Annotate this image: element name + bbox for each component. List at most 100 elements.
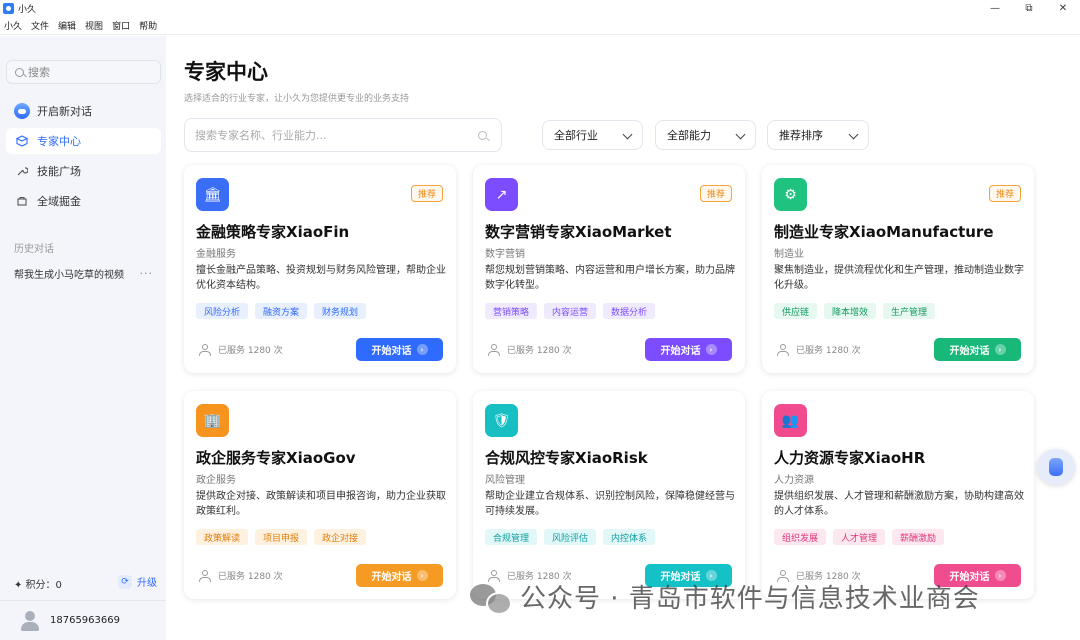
user-icon	[199, 343, 211, 356]
sort-label: 推荐排序	[779, 129, 823, 142]
expert-card[interactable]: 🛡 合规风控专家XiaoRisk 风险管理 帮助企业建立合规体系、识别控制风险，…	[473, 391, 745, 599]
chevron-down-icon	[848, 129, 859, 140]
menu-window[interactable]: 窗口	[112, 19, 130, 32]
expert-card[interactable]: ↗ 推荐 数字营销专家XiaoMarket 数字营销 帮您规划营销策略、内容运营…	[473, 165, 745, 373]
main-content: 专家中心 选择适合的行业专家，让小久为您提供更专业的业务支持 全部行业 全部能力…	[166, 36, 1080, 640]
expert-card[interactable]: 🏢 政企服务专家XiaoGov 政企服务 提供政企对接、政策解读和项目申报咨询，…	[184, 391, 456, 599]
ability-filter-dropdown[interactable]: 全部能力	[655, 120, 756, 150]
served-count: 已服务 1280 次	[199, 343, 283, 356]
sidebar-item-new-chat[interactable]: 开启新对话	[6, 98, 161, 124]
tag-list: 合规管理 风险评估 内控体系	[485, 529, 662, 545]
arrow-right-icon: ›	[994, 570, 1006, 581]
refresh-icon: ⟳	[118, 574, 132, 589]
expert-card[interactable]: ⚙ 推荐 制造业专家XiaoManufacture 制造业 聚焦制造业，提供流程…	[762, 165, 1034, 373]
expert-card[interactable]: 🏛 推荐 金融策略专家XiaoFin 金融服务 擅长金融产品策略、投资规划与财务…	[184, 165, 456, 373]
skill-tag: 数据分析	[603, 303, 656, 319]
shield-icon: 🛡	[485, 404, 518, 437]
start-chat-button[interactable]: 开始对话 ›	[356, 564, 443, 587]
more-options-icon[interactable]: ···	[140, 267, 154, 280]
expert-search-input[interactable]	[195, 128, 475, 142]
expert-description: 帮您规划营销策略、内容运营和用户增长方案，助力品牌数字化转型。	[485, 265, 735, 291]
points-label: ✦ 积分：0	[14, 580, 62, 591]
ability-filter-label: 全部能力	[667, 129, 711, 142]
start-chat-button[interactable]: 开始对话 ›	[356, 338, 443, 361]
minimize-button[interactable]: —	[978, 0, 1012, 17]
watermark-text: 公众号 · 青岛市软件与信息技术业商会	[520, 584, 980, 614]
start-chat-label: 开始对话	[949, 346, 990, 357]
wrench-icon	[16, 165, 28, 177]
industry-filter-dropdown[interactable]: 全部行业	[542, 120, 643, 150]
skill-tag: 降本增效	[824, 303, 877, 319]
start-chat-button[interactable]: 开始对话 ›	[934, 338, 1021, 361]
served-count: 已服务 1280 次	[777, 343, 861, 356]
close-button[interactable]: ✕	[1046, 0, 1080, 17]
user-icon	[199, 569, 211, 582]
expert-title: 金融策略专家XiaoFin	[196, 223, 350, 241]
tag-list: 供应链 降本增效 生产管理	[774, 303, 942, 319]
sidebar-item-global-mining[interactable]: 全域掘金	[6, 188, 161, 214]
menu-app[interactable]: 小久	[4, 19, 22, 32]
history-item[interactable]: 帮我生成小马吃草的视频 ···	[6, 262, 161, 284]
served-count-label: 已服务 1280 次	[507, 346, 572, 356]
user-icon	[488, 343, 500, 356]
served-count-label: 已服务 1280 次	[796, 346, 861, 356]
app-logo-icon	[3, 3, 14, 14]
floating-assistant-button[interactable]	[1037, 449, 1075, 485]
sort-dropdown[interactable]: 推荐排序	[767, 120, 869, 150]
expert-category: 制造业	[774, 249, 804, 260]
skill-tag: 风险评估	[544, 529, 597, 545]
expert-category: 人力资源	[774, 475, 814, 486]
tag-list: 政策解读 项目申报 政企对接	[196, 529, 373, 545]
cube-icon	[16, 135, 28, 147]
user-profile[interactable]: 18765963669	[0, 600, 166, 640]
start-chat-button[interactable]: 开始对话 ›	[645, 338, 732, 361]
expert-title: 政企服务专家XiaoGov	[196, 449, 356, 467]
menu-file[interactable]: 文件	[31, 19, 49, 32]
start-chat-label: 开始对话	[371, 572, 412, 583]
watermark: 公众号 · 青岛市软件与信息技术业商会	[470, 578, 980, 615]
arrow-right-icon: ›	[705, 344, 717, 355]
factory-icon: ⚙	[774, 178, 807, 211]
user-icon	[777, 343, 789, 356]
skill-tag: 生产管理	[883, 303, 936, 319]
menu-edit[interactable]: 编辑	[58, 19, 76, 32]
sidebar-item-label: 开启新对话	[37, 105, 92, 118]
tag-list: 风险分析 融资方案 财务规划	[196, 303, 373, 319]
skill-tag: 供应链	[774, 303, 818, 319]
avatar	[20, 610, 40, 631]
expert-description: 擅长金融产品策略、投资规划与财务风险管理，帮助企业优化资本结构。	[196, 265, 446, 291]
menu-bar: 小久 文件 编辑 视图 窗口 帮助	[0, 17, 1080, 35]
expert-description: 帮助企业建立合规体系、识别控制风险，保障稳健经营与可持续发展。	[485, 491, 735, 517]
wechat-logo-icon	[470, 580, 512, 615]
upgrade-button[interactable]: ⟳ 升级	[118, 574, 157, 589]
search-icon[interactable]	[478, 131, 487, 140]
government-icon-glyph: 🏢	[203, 412, 222, 429]
sidebar-search-input[interactable]: 搜索	[6, 60, 161, 84]
expert-description: 聚焦制造业，提供流程优化和生产管理，推动制造业数字化升级。	[774, 265, 1024, 291]
recommended-badge: 推荐	[699, 185, 732, 202]
arrow-right-icon: ›	[416, 344, 428, 355]
served-count-label: 已服务 1280 次	[218, 572, 283, 582]
skill-tag: 营销策略	[485, 303, 538, 319]
user-phone: 18765963669	[50, 615, 120, 626]
maximize-button[interactable]: ⧉	[1012, 0, 1046, 17]
expert-search-box	[184, 118, 502, 152]
tag-list: 组织发展 人才管理 薪酬激励	[774, 529, 951, 545]
sidebar-item-label: 专家中心	[37, 135, 81, 148]
shield-icon-glyph: 🛡	[492, 412, 511, 429]
skill-tag: 组织发展	[774, 529, 827, 545]
factory-icon-glyph: ⚙	[784, 186, 797, 203]
skill-tag: 项目申报	[255, 529, 308, 545]
expert-card[interactable]: 👥 人力资源专家XiaoHR 人力资源 提供组织发展、人才管理和薪酬激励方案，协…	[762, 391, 1034, 599]
menu-help[interactable]: 帮助	[139, 19, 157, 32]
skill-tag: 合规管理	[485, 529, 538, 545]
sidebar-item-skills[interactable]: 技能广场	[6, 158, 161, 184]
start-chat-label: 开始对话	[371, 346, 412, 357]
expert-title: 数字营销专家XiaoMarket	[485, 223, 672, 241]
sidebar-item-expert-center[interactable]: 专家中心	[6, 128, 161, 154]
skill-tag: 财务规划	[314, 303, 367, 319]
sidebar: 搜索 开启新对话 专家中心 技能广场 全域掘金 历史对话 帮我生成小马吃草的视频…	[0, 36, 166, 640]
menu-view[interactable]: 视图	[85, 19, 103, 32]
expert-category: 金融服务	[196, 249, 236, 260]
skill-tag: 政企对接	[314, 529, 367, 545]
